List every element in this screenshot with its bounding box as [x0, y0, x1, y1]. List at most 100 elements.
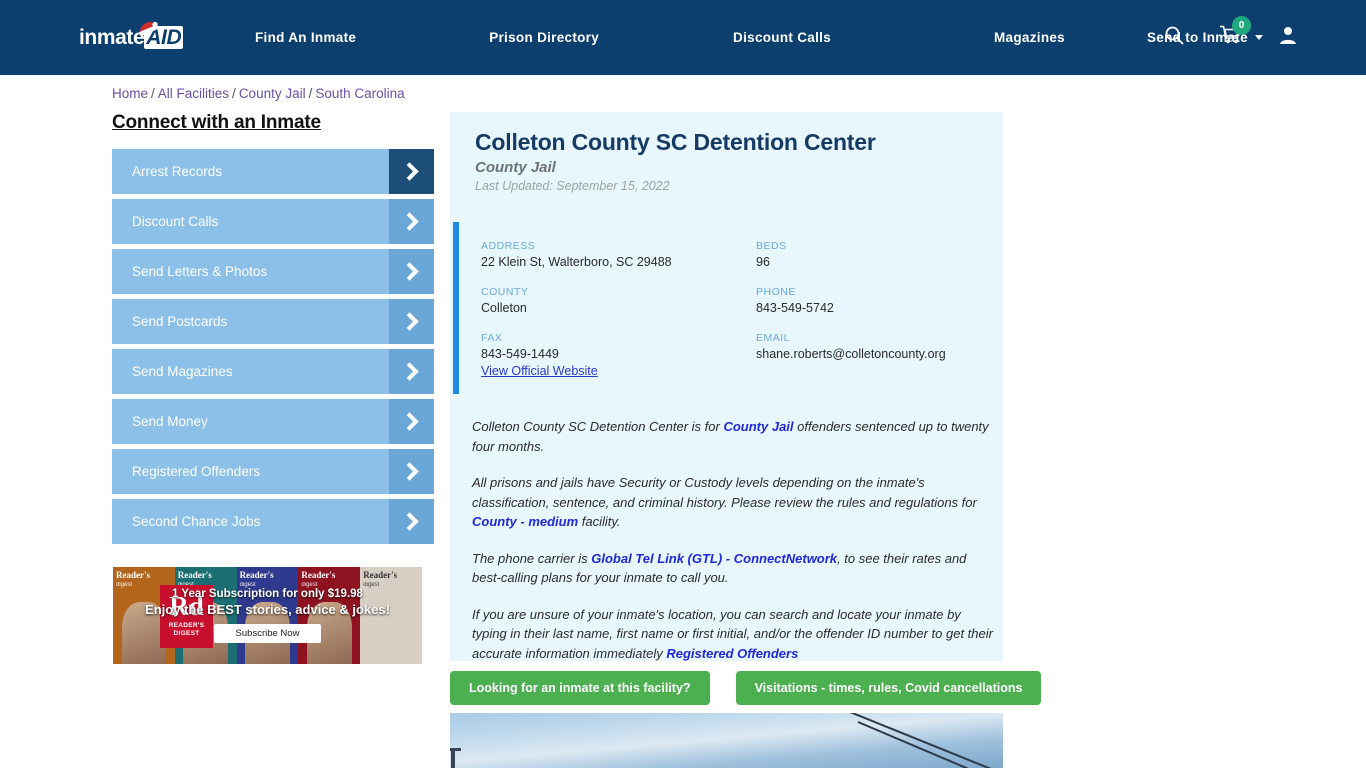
- cart-count-badge: 0: [1232, 16, 1251, 35]
- link-phone-carrier[interactable]: Global Tel Link (GTL) - ConnectNetwork: [591, 551, 837, 566]
- rd-brand-name: READER'S DIGEST: [168, 622, 205, 637]
- breadcrumb-separator: /: [308, 86, 313, 101]
- chevron-right-icon: [389, 199, 434, 244]
- readers-digest-logo: Rd READER'S DIGEST: [160, 585, 213, 648]
- power-line: [849, 713, 1003, 768]
- visitations-info-button[interactable]: Visitations - times, rules, Covid cancel…: [735, 671, 1042, 705]
- info-value: 22 Klein St, Walterboro, SC 29488: [481, 255, 672, 269]
- info-value: 843-549-1449: [481, 347, 559, 361]
- ad-cover-title: Reader's: [301, 570, 336, 580]
- sidebar-item-label: Second Chance Jobs: [132, 514, 261, 529]
- chevron-right-icon: [389, 349, 434, 394]
- info-field-phone: PHONE 843-549-5742: [756, 286, 991, 315]
- link-county-medium[interactable]: County - medium: [472, 514, 578, 529]
- nav-find-an-inmate[interactable]: Find An Inmate: [255, 30, 356, 45]
- description-paragraph-4: If you are unsure of your inmate's locat…: [472, 605, 997, 664]
- info-field-beds: BEDS 96: [756, 240, 991, 269]
- sidebar-item-label: Send Postcards: [132, 314, 228, 329]
- info-value: shane.roberts@colletoncounty.org: [756, 347, 946, 361]
- breadcrumb: Home / All Facilities / County Jail / South Ca…: [112, 86, 405, 101]
- sidebar-item-label: Discount Calls: [132, 214, 219, 229]
- info-label: ADDRESS: [481, 240, 536, 252]
- breadcrumb-separator: /: [151, 86, 155, 101]
- info-field-email: EMAIL shane.roberts@colletoncounty.org: [756, 332, 991, 361]
- breadcrumb-item-home[interactable]: Home: [112, 86, 148, 101]
- ad-cover-subtitle: digest: [116, 582, 133, 588]
- facility-info-grid: ADDRESS 22 Klein St, Walterboro, SC 2948…: [481, 240, 991, 361]
- sidebar-item-label: Send Letters & Photos: [132, 264, 268, 279]
- facility-photo: [450, 713, 1003, 768]
- ad-cover-image: Reader's digest: [360, 567, 422, 664]
- sidebar-item-arrest-records[interactable]: Arrest Records: [112, 149, 434, 194]
- info-label: PHONE: [756, 286, 796, 298]
- info-value: 96: [756, 255, 770, 269]
- facility-description: Colleton County SC Detention Center is f…: [472, 417, 997, 680]
- chevron-right-icon: [389, 149, 434, 194]
- logo-wordmark: inmateAID: [79, 26, 184, 49]
- facility-info-block: ADDRESS 22 Klein St, Walterboro, SC 2948…: [453, 222, 1003, 394]
- info-label: COUNTY: [481, 286, 529, 298]
- rd-monogram: Rd: [169, 591, 204, 621]
- link-county-jail[interactable]: County Jail: [723, 419, 793, 434]
- info-field-address: ADDRESS 22 Klein St, Walterboro, SC 2948…: [481, 240, 756, 269]
- chevron-right-icon: [389, 399, 434, 444]
- info-label: BEDS: [756, 240, 787, 252]
- sidebar-item-label: Send Money: [132, 414, 208, 429]
- info-value: Colleton: [481, 301, 527, 315]
- para2-text-b: facility.: [578, 514, 621, 529]
- sidebar-item-second-chance-jobs[interactable]: Second Chance Jobs: [112, 499, 434, 544]
- primary-navigation: Find An Inmate Prison Directory Discount…: [255, 0, 1263, 75]
- ad-cover-subtitle: digest: [239, 582, 256, 588]
- looking-for-inmate-button[interactable]: Looking for an inmate at this facility?: [450, 671, 710, 705]
- ad-cover-subtitle: digest: [301, 582, 318, 588]
- search-icon[interactable]: [1164, 25, 1184, 50]
- breadcrumb-item-south-carolina[interactable]: South Carolina: [315, 86, 404, 101]
- link-registered-offenders[interactable]: Registered Offenders: [666, 646, 798, 661]
- sidebar-heading: Connect with an Inmate: [112, 112, 321, 133]
- sidebar-item-send-magazines[interactable]: Send Magazines: [112, 349, 434, 394]
- nav-discount-calls[interactable]: Discount Calls: [733, 30, 831, 45]
- view-official-website-link[interactable]: View Official Website: [481, 364, 598, 378]
- chevron-right-icon: [389, 449, 434, 494]
- last-updated-text: Last Updated: September 15, 2022: [475, 179, 670, 193]
- ad-cover-title: Reader's: [116, 570, 150, 580]
- description-paragraph-2: All prisons and jails have Security or C…: [472, 473, 997, 532]
- sidebar-item-registered-offenders[interactable]: Registered Offenders: [112, 449, 434, 494]
- nav-magazines[interactable]: Magazines: [994, 30, 1065, 45]
- info-value: 843-549-5742: [756, 301, 834, 315]
- chevron-right-icon: [389, 499, 434, 544]
- description-paragraph-3: The phone carrier is Global Tel Link (GT…: [472, 549, 997, 588]
- sidebar-item-send-postcards[interactable]: Send Postcards: [112, 299, 434, 344]
- para3-text-a: The phone carrier is: [472, 550, 592, 566]
- sidebar-item-discount-calls[interactable]: Discount Calls: [112, 199, 434, 244]
- chevron-right-icon: [389, 249, 434, 294]
- ad-cover-title: Reader's: [177, 570, 212, 580]
- utility-pole: [450, 748, 461, 768]
- breadcrumb-item-county-jail[interactable]: County Jail: [239, 86, 306, 101]
- header-icon-group: 0: [1164, 0, 1298, 75]
- info-field-fax: FAX 843-549-1449: [481, 332, 756, 361]
- ad-cover-subtitle: digest: [363, 582, 380, 588]
- site-logo[interactable]: inmateAID: [79, 21, 184, 54]
- sidebar-item-send-letters-photos[interactable]: Send Letters & Photos: [112, 249, 434, 294]
- chevron-right-icon: [389, 299, 434, 344]
- cta-button-row: Looking for an inmate at this facility? …: [450, 671, 1042, 705]
- sidebar-item-label: Arrest Records: [132, 164, 223, 179]
- breadcrumb-item-all-facilities[interactable]: All Facilities: [158, 86, 229, 101]
- sidebar-item-label: Send Magazines: [132, 364, 233, 379]
- sidebar-item-label: Registered Offenders: [132, 464, 261, 479]
- para1-text-a: Colleton County SC Detention Center is f…: [472, 419, 724, 434]
- readers-digest-ad-banner[interactable]: Reader's digest Reader's digest Reader's…: [113, 567, 422, 664]
- nav-prison-directory[interactable]: Prison Directory: [489, 30, 599, 45]
- sidebar-item-send-money[interactable]: Send Money: [112, 399, 434, 444]
- ad-cover-image: Reader's digest: [236, 567, 299, 664]
- ad-cover-title: Reader's: [239, 570, 274, 580]
- description-paragraph-1: Colleton County SC Detention Center is f…: [472, 417, 997, 456]
- facility-type: County Jail: [475, 159, 556, 176]
- facility-detail-panel: Colleton County SC Detention Center Coun…: [450, 112, 1003, 661]
- user-account-icon[interactable]: [1278, 25, 1298, 50]
- cart-icon[interactable]: 0: [1219, 16, 1251, 50]
- info-field-county: COUNTY Colleton: [481, 286, 756, 315]
- ad-cover-image: Reader's digest: [298, 567, 361, 664]
- page-title: Colleton County SC Detention Center: [475, 129, 876, 155]
